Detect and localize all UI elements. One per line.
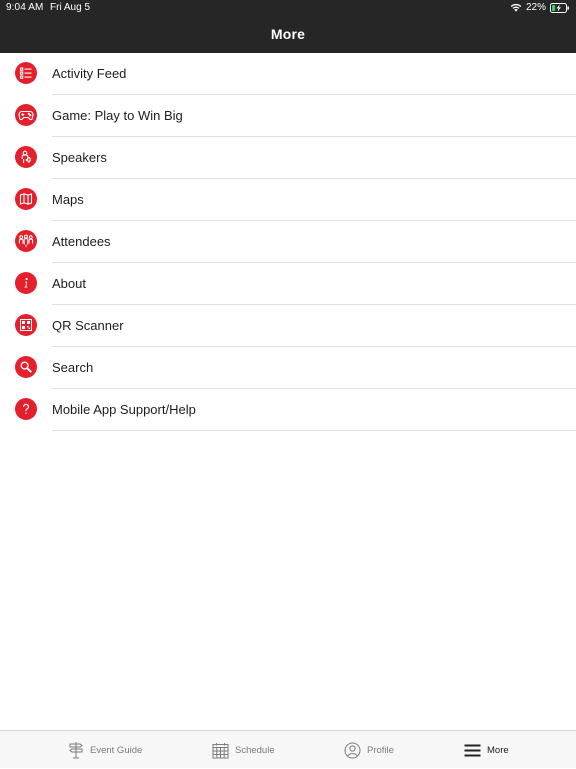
speaker-icon [15,146,37,168]
tab-schedule[interactable]: Schedule [212,731,275,769]
menu-item-speakers[interactable]: Speakers [0,137,576,179]
status-indicators: 22% [510,1,570,14]
status-time: 9:04 AM [6,2,44,13]
bottom-tab-bar: Event Guide Schedule Profile More [0,730,576,768]
menu-label: About [52,276,86,291]
more-menu-list: Activity Feed Game: Play to Win Big Spea… [0,53,576,431]
menu-label: QR Scanner [52,318,124,333]
menu-label: Mobile App Support/Help [52,402,196,417]
info-icon [15,272,37,294]
tab-label: More [487,744,509,756]
menu-label: Speakers [52,150,107,165]
menu-label: Activity Feed [52,66,127,81]
menu-label: Maps [52,192,84,207]
menu-item-search[interactable]: Search [0,347,576,389]
activity-feed-icon [15,62,37,84]
qr-code-icon [15,314,37,336]
menu-label: Search [52,360,94,375]
menu-item-maps[interactable]: Maps [0,179,576,221]
calendar-icon [212,742,229,759]
menu-item-support-help[interactable]: Mobile App Support/Help [0,389,576,431]
help-icon [15,398,37,420]
map-icon [15,188,37,210]
game-controller-icon [15,104,37,126]
page-title: More [270,26,306,42]
menu-item-game[interactable]: Game: Play to Win Big [0,95,576,137]
attendees-icon [15,230,37,252]
tab-label: Schedule [235,744,275,756]
tab-event-guide[interactable]: Event Guide [68,731,142,769]
status-date: Fri Aug 5 [50,2,91,13]
menu-label: Attendees [52,234,111,249]
tab-label: Event Guide [90,744,143,756]
search-icon [15,356,37,378]
profile-icon [344,742,361,759]
menu-item-activity-feed[interactable]: Activity Feed [0,53,576,95]
signpost-icon [68,741,84,759]
wifi-icon [510,3,522,12]
battery-charging-icon [550,2,570,13]
tab-label: Profile [367,744,394,756]
menu-icon [464,744,481,757]
tab-profile[interactable]: Profile [344,731,394,769]
tab-more[interactable]: More [464,731,509,769]
menu-item-attendees[interactable]: Attendees [0,221,576,263]
top-header: 9:04 AM Fri Aug 5 22% More [0,0,576,53]
menu-item-qr-scanner[interactable]: QR Scanner [0,305,576,347]
menu-label: Game: Play to Win Big [52,108,183,123]
menu-item-about[interactable]: About [0,263,576,305]
battery-percent: 22% [525,2,546,13]
